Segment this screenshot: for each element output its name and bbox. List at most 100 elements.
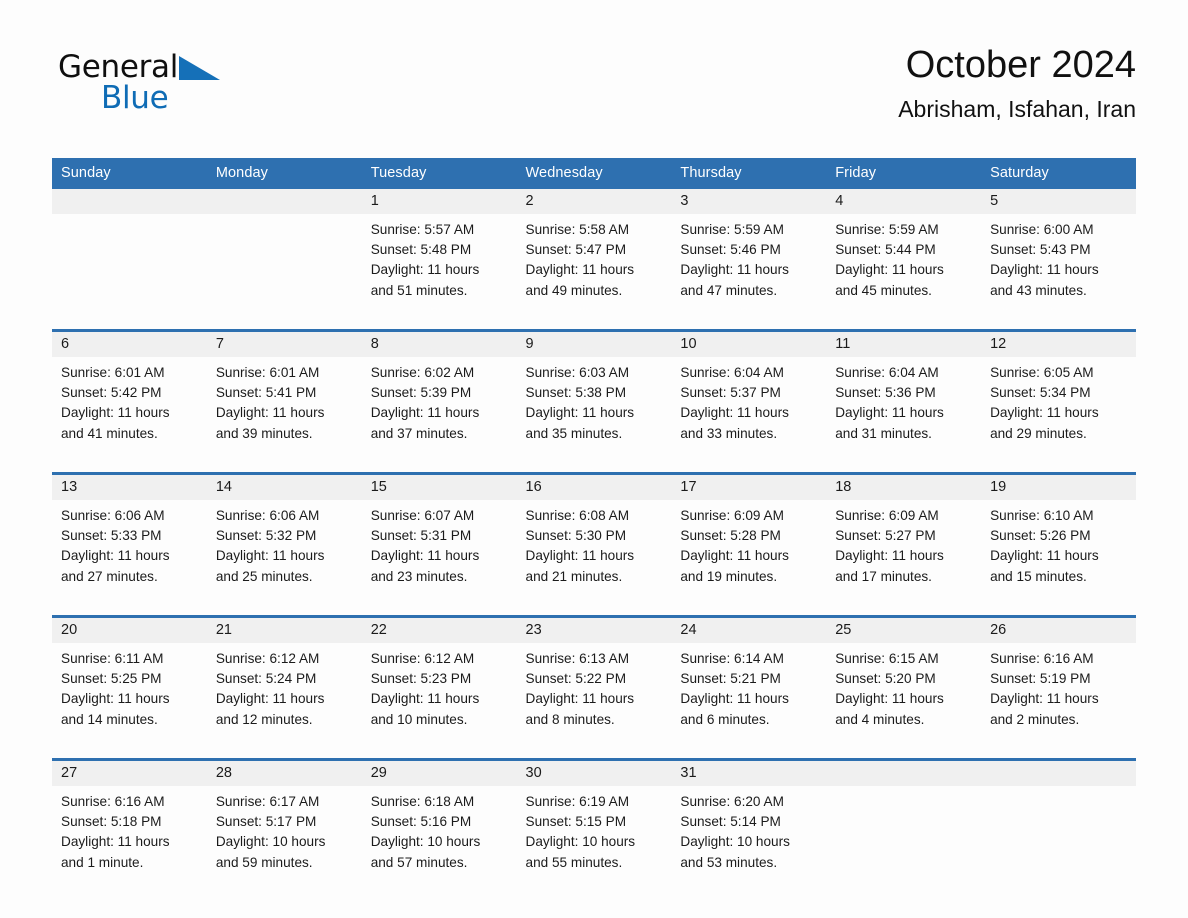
day-number-cell[interactable]: 14 [206, 475, 362, 500]
day-number-cell[interactable]: 6 [52, 332, 207, 357]
day-number-cell[interactable]: 16 [516, 475, 672, 500]
sunrise-text: Sunrise: 6:12 AM [370, 651, 475, 666]
daylight-text-line2: and 17 minutes. [835, 568, 932, 584]
day-number-cell-empty [826, 761, 982, 786]
day-detail-cell[interactable]: Sunrise: 6:19 AM Sunset: 5:15 PM Daylight:… [516, 786, 672, 891]
day-number-cell[interactable]: 28 [206, 761, 362, 786]
day-detail-cell[interactable]: Sunrise: 6:04 AM Sunset: 5:36 PM Daylight:… [826, 357, 982, 462]
day-number-cell[interactable]: 26 [981, 618, 1136, 643]
general-blue-logo[interactable]: General Blue [58, 52, 358, 124]
day-number-cell[interactable]: 20 [52, 618, 207, 643]
daylight-text-line2: and 43 minutes. [990, 282, 1087, 298]
day-number-cell[interactable]: 1 [361, 189, 517, 214]
day-detail-cell[interactable]: Sunrise: 5:57 AM Sunset: 5:48 PM Daylight:… [361, 214, 517, 319]
daylight-text-line1: Daylight: 11 hours [370, 691, 480, 707]
sunset-text: Sunset: 5:25 PM [61, 671, 162, 687]
day-number-cell[interactable]: 31 [671, 761, 827, 786]
day-detail-cell[interactable]: Sunrise: 6:01 AM Sunset: 5:42 PM Daylight:… [52, 357, 207, 462]
day-number-cell[interactable]: 27 [52, 761, 207, 786]
day-number-cell[interactable]: 30 [516, 761, 672, 786]
day-number-cell[interactable]: 15 [361, 475, 517, 500]
daylight-text-line1: Daylight: 11 hours [525, 548, 635, 564]
day-detail-cell[interactable]: Sunrise: 6:13 AM Sunset: 5:22 PM Daylight:… [516, 643, 672, 748]
day-detail-cell[interactable]: Sunrise: 6:20 AM Sunset: 5:14 PM Daylight:… [671, 786, 827, 891]
day-number-cell[interactable]: 10 [671, 332, 827, 357]
day-number-cell[interactable]: 7 [206, 332, 362, 357]
daylight-text-line2: and 49 minutes. [525, 282, 623, 298]
day-detail-cell[interactable]: Sunrise: 6:12 AM Sunset: 5:24 PM Daylight:… [206, 643, 362, 748]
day-number-cell[interactable]: 3 [671, 189, 827, 214]
day-number-cell[interactable]: 22 [361, 618, 517, 643]
logo-word-general: General [58, 49, 179, 85]
day-detail-cell[interactable]: Sunrise: 6:01 AM Sunset: 5:41 PM Daylight:… [206, 357, 362, 462]
sunrise-text: Sunrise: 6:01 AM [61, 365, 165, 380]
daylight-text-line2: and 8 minutes. [525, 711, 615, 727]
day-detail-cell-empty [206, 214, 362, 319]
day-number-cell[interactable]: 21 [206, 618, 362, 643]
day-number-row: 20 21 22 23 24 25 26 [52, 618, 1136, 643]
day-detail-cell[interactable]: Sunrise: 6:16 AM Sunset: 5:18 PM Daylight:… [52, 786, 207, 891]
sunset-text: Sunset: 5:34 PM [990, 385, 1091, 401]
day-number-cell[interactable]: 13 [52, 475, 207, 500]
day-number-cell[interactable]: 8 [361, 332, 517, 357]
daylight-text-line1: Daylight: 11 hours [61, 691, 170, 707]
daylight-text-line1: Daylight: 11 hours [835, 405, 944, 421]
day-detail-cell[interactable]: Sunrise: 6:06 AM Sunset: 5:33 PM Daylight:… [52, 500, 207, 605]
day-detail-cell[interactable]: Sunrise: 5:58 AM Sunset: 5:47 PM Daylight:… [516, 214, 672, 319]
day-detail-cell[interactable]: Sunrise: 6:17 AM Sunset: 5:17 PM Daylight:… [206, 786, 362, 891]
day-number-cell[interactable]: 23 [516, 618, 672, 643]
day-number-cell[interactable]: 5 [981, 189, 1136, 214]
daylight-text-line1: Daylight: 11 hours [525, 691, 635, 707]
day-number-cell[interactable]: 18 [826, 475, 982, 500]
daylight-text-line2: and 37 minutes. [370, 425, 468, 441]
day-number-cell[interactable]: 17 [671, 475, 827, 500]
day-detail-cell-empty [981, 786, 1136, 891]
day-number-cell[interactable]: 24 [671, 618, 827, 643]
day-detail-cell[interactable]: Sunrise: 6:10 AM Sunset: 5:26 PM Daylight:… [981, 500, 1136, 605]
daylight-text-line1: Daylight: 11 hours [61, 548, 170, 564]
day-detail-cell[interactable]: Sunrise: 6:03 AM Sunset: 5:38 PM Daylight:… [516, 357, 672, 462]
day-number-cell[interactable]: 9 [516, 332, 672, 357]
day-detail-cell[interactable]: Sunrise: 6:04 AM Sunset: 5:37 PM Daylight:… [671, 357, 827, 462]
daylight-text-line2: and 47 minutes. [680, 282, 778, 298]
sunrise-text: Sunrise: 6:13 AM [525, 651, 630, 666]
sunrise-text: Sunrise: 6:17 AM [215, 794, 320, 809]
day-detail-cell[interactable]: Sunrise: 6:07 AM Sunset: 5:31 PM Daylight:… [361, 500, 517, 605]
title-block: October 2024 Abrisham, Isfahan, Iran [898, 44, 1136, 122]
day-detail-cell[interactable]: Sunrise: 6:00 AM Sunset: 5:43 PM Daylight:… [981, 214, 1136, 319]
day-detail-cell-empty [826, 786, 982, 891]
day-detail-cell[interactable]: Sunrise: 6:15 AM Sunset: 5:20 PM Daylight:… [826, 643, 982, 748]
day-number-cell[interactable]: 25 [826, 618, 982, 643]
day-detail-cell[interactable]: Sunrise: 6:09 AM Sunset: 5:28 PM Daylight:… [671, 500, 827, 605]
day-detail-cell[interactable]: Sunrise: 6:11 AM Sunset: 5:25 PM Daylight:… [52, 643, 207, 748]
daylight-text-line2: and 39 minutes. [215, 425, 313, 441]
day-detail-cell[interactable]: Sunrise: 6:05 AM Sunset: 5:34 PM Daylight:… [981, 357, 1136, 462]
day-detail-cell[interactable]: Sunrise: 6:06 AM Sunset: 5:32 PM Daylight:… [206, 500, 362, 605]
day-number-cell[interactable]: 11 [826, 332, 982, 357]
day-number-cell-empty [52, 189, 207, 214]
day-detail-cell[interactable]: Sunrise: 6:12 AM Sunset: 5:23 PM Daylight:… [361, 643, 517, 748]
day-detail-row: Sunrise: 6:16 AM Sunset: 5:18 PM Daylight:… [52, 786, 1136, 891]
sunset-text: Sunset: 5:46 PM [680, 242, 781, 258]
day-number-cell[interactable]: 4 [826, 189, 982, 214]
sunset-text: Sunset: 5:37 PM [680, 385, 781, 401]
daylight-text-line2: and 45 minutes. [835, 282, 932, 298]
day-number-cell[interactable]: 12 [981, 332, 1136, 357]
sunrise-text: Sunrise: 6:12 AM [215, 651, 320, 666]
day-detail-cell[interactable]: Sunrise: 6:14 AM Sunset: 5:21 PM Daylight:… [671, 643, 827, 748]
sunset-text: Sunset: 5:19 PM [990, 671, 1091, 687]
day-detail-cell[interactable]: Sunrise: 6:09 AM Sunset: 5:27 PM Daylight:… [826, 500, 982, 605]
sunrise-text: Sunrise: 6:08 AM [525, 508, 630, 523]
day-detail-cell[interactable]: Sunrise: 6:08 AM Sunset: 5:30 PM Daylight:… [516, 500, 672, 605]
day-number-cell[interactable]: 29 [361, 761, 517, 786]
daylight-text-line1: Daylight: 11 hours [215, 405, 325, 421]
sunrise-text: Sunrise: 6:09 AM [680, 508, 784, 523]
day-detail-cell[interactable]: Sunrise: 6:16 AM Sunset: 5:19 PM Daylight:… [981, 643, 1136, 748]
day-detail-cell[interactable]: Sunrise: 6:02 AM Sunset: 5:39 PM Daylight:… [361, 357, 517, 462]
day-number-cell[interactable]: 2 [516, 189, 672, 214]
day-number-cell[interactable]: 19 [981, 475, 1136, 500]
day-detail-cell[interactable]: Sunrise: 5:59 AM Sunset: 5:46 PM Daylight:… [671, 214, 827, 319]
day-detail-cell[interactable]: Sunrise: 6:18 AM Sunset: 5:16 PM Daylight:… [361, 786, 517, 891]
daylight-text-line2: and 51 minutes. [370, 282, 468, 298]
day-detail-cell[interactable]: Sunrise: 5:59 AM Sunset: 5:44 PM Daylight:… [826, 214, 982, 319]
